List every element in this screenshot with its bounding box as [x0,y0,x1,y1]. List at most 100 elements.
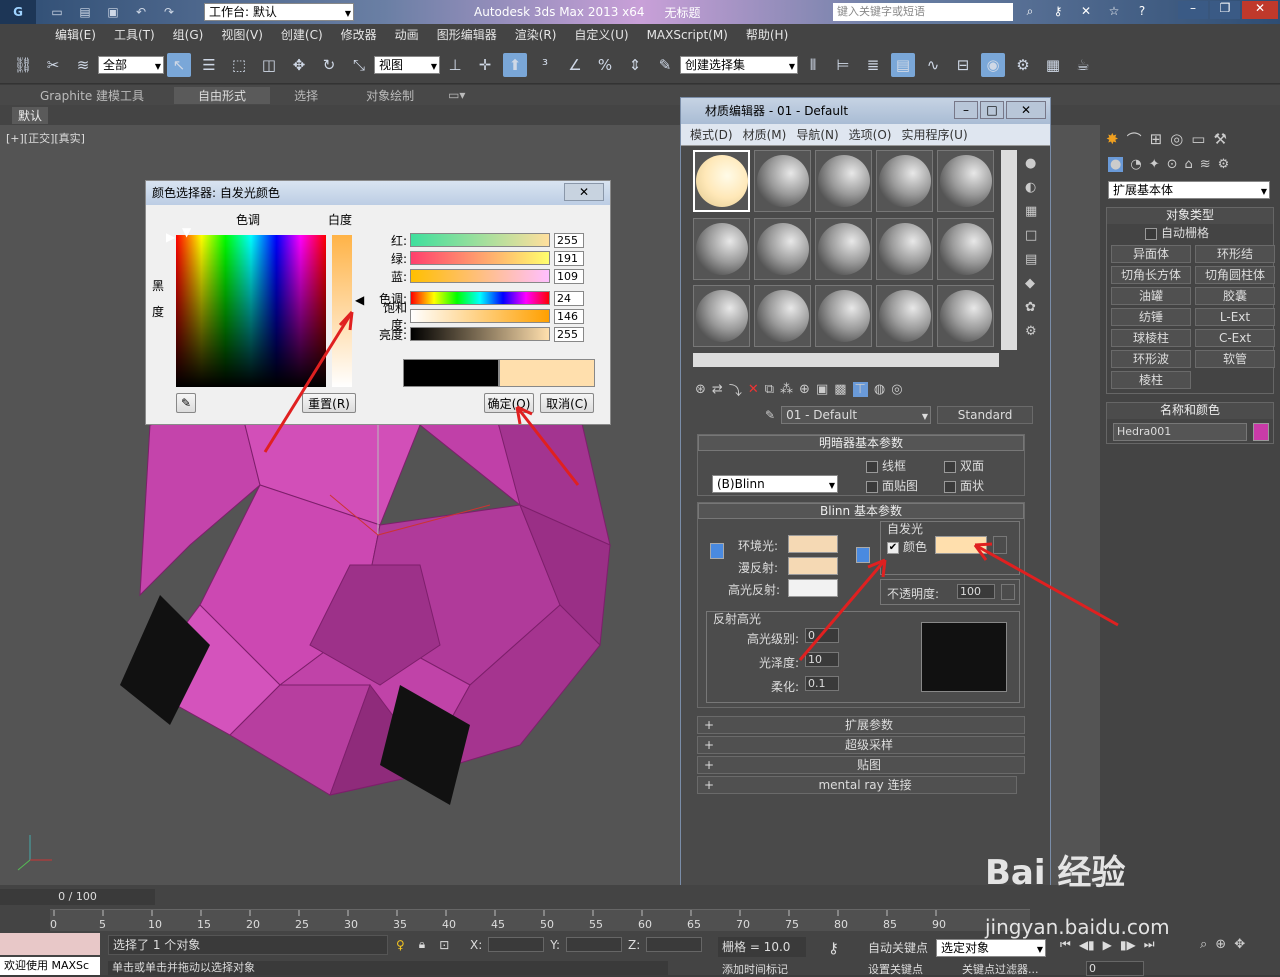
glossiness-spinner[interactable]: 10 [805,652,839,667]
select-by-name-icon[interactable]: ☰ [197,53,221,77]
red-spinner[interactable]: 255 [554,232,584,248]
object-color-swatch[interactable] [1253,423,1269,441]
two-sided-checkbox[interactable] [944,460,956,473]
minimize-icon[interactable]: – [954,101,978,119]
object-type-header[interactable]: 对象类型 [1107,208,1273,224]
blue-slider[interactable] [410,269,550,283]
maximize-icon[interactable]: □ [980,101,1004,119]
track-bar[interactable]: 0 5 10 15 20 25 30 35 40 45 50 55 60 65 70 75 80 85 90 [50,909,1030,931]
hue-marker-top-icon[interactable]: ▼ [182,225,191,239]
align-icon[interactable]: ⊨ [831,53,855,77]
sample-slot[interactable] [937,285,994,348]
close-icon[interactable]: ✕ [1242,1,1278,19]
spinner-snap-icon[interactable]: ⇕ [623,53,647,77]
rendered-frame-icon[interactable]: ▦ [1041,53,1065,77]
bind-spacewarp-icon[interactable]: ≋ [71,53,95,77]
scene-explorer-icon[interactable]: ▤ [891,52,915,77]
menu-edit[interactable]: 编辑(E) [46,24,105,46]
diffuse-color-swatch[interactable] [788,557,838,575]
green-spinner[interactable]: 191 [554,250,584,266]
next-frame-icon[interactable]: ▮▶ [1120,938,1136,952]
tab-freeform[interactable]: 自由形式 [174,86,271,104]
sample-slot[interactable] [815,217,872,280]
object-type-button[interactable]: 球棱柱 [1111,329,1191,347]
red-slider[interactable] [410,233,550,247]
reset-button[interactable]: 重置(R) [302,393,356,413]
options-icon[interactable]: ✿ [1025,296,1045,320]
pan-icon[interactable]: ✥ [1234,937,1245,952]
assign-to-selection-icon[interactable]: ⤵ [729,380,742,399]
cameras-icon[interactable]: ⊙ [1167,157,1178,172]
absolute-mode-icon[interactable]: ⊡ [439,938,449,952]
material-editor-titlebar[interactable]: 材质编辑器 - 01 - Default – □ ✕ [681,98,1050,124]
color-picker-titlebar[interactable]: 颜色选择器: 自发光颜色 ✕ [146,181,610,205]
time-slider[interactable]: 0 / 100 [0,889,155,905]
menu-modifiers[interactable]: 修改器 [332,24,386,46]
menu-utilities[interactable]: 实用程序(U) [896,124,972,146]
uv-tiling-icon[interactable]: □ [1025,224,1045,248]
blue-spinner[interactable]: 109 [554,268,584,284]
value-spinner[interactable]: 255 [554,326,584,342]
y-coordinate-input[interactable] [566,937,623,952]
put-to-library-icon[interactable]: ⊕ [799,382,810,397]
object-type-button[interactable]: 纺锤 [1111,308,1191,326]
shader-rollout-header[interactable]: 明暗器基本参数 [698,435,1024,451]
hue-spinner[interactable]: 24 [554,290,584,306]
shapes-icon[interactable]: ◔ [1130,157,1141,172]
object-type-button[interactable]: 切角圆柱体 [1195,266,1275,284]
cancel-button[interactable]: 取消(C) [540,393,594,413]
edit-named-sel-icon[interactable]: ✎ [653,53,677,77]
rotate-icon[interactable]: ↻ [317,53,341,77]
ok-button[interactable]: 确定(O) [484,393,534,413]
search-input[interactable]: 键入关键字或短语 [833,3,1013,21]
sample-slot[interactable] [876,217,933,280]
value-slider[interactable] [410,327,550,341]
sample-scrollbar[interactable] [1001,150,1017,350]
maps-rollout[interactable]: + 贴图 [697,756,1025,774]
open-icon[interactable]: ▤ [77,4,93,20]
auto-key-button[interactable]: 自动关键点 [868,939,928,956]
sample-slot[interactable] [815,150,872,212]
material-id-icon[interactable]: ▣ [816,382,828,397]
object-type-button[interactable]: 油罐 [1111,287,1191,305]
menu-group[interactable]: 组(G) [164,24,213,46]
self-illum-color-swatch[interactable] [935,536,987,554]
isolate-icon[interactable]: ♀ [396,938,405,952]
menu-create[interactable]: 创建(C) [272,24,332,46]
sample-type-icon[interactable]: ● [1025,152,1045,176]
object-type-button[interactable]: 异面体 [1111,245,1191,263]
previous-frame-icon[interactable]: ◀▮ [1079,938,1095,952]
close-icon[interactable]: ✕ [564,183,604,201]
menu-rendering[interactable]: 渲染(R) [506,24,566,46]
autogrid-checkbox[interactable] [1145,227,1157,240]
region-select-icon[interactable]: ⬚ [227,53,251,77]
go-to-parent-icon[interactable]: ◍ [874,382,885,397]
schematic-view-icon[interactable]: ⊟ [951,53,975,77]
select-by-material-icon[interactable]: ⚙ [1025,320,1045,344]
menu-help[interactable]: 帮助(H) [737,24,797,46]
saturation-spinner[interactable]: 146 [554,308,584,324]
sample-slot[interactable] [937,150,994,212]
redo-icon[interactable]: ↷ [161,4,177,20]
ribbon-default-label[interactable]: 默认 [12,106,49,124]
extended-params-rollout[interactable]: + 扩展参数 [697,716,1025,734]
mirror-icon[interactable]: ⫴ [801,53,825,77]
make-preview-icon[interactable]: ◆ [1025,272,1045,296]
maxscript-output[interactable]: 欢迎使用 MAXSc [0,957,100,975]
menu-modes[interactable]: 模式(D) [685,124,738,146]
soften-spinner[interactable]: 0.1 [805,676,839,691]
geometry-icon[interactable]: ● [1108,156,1124,172]
x-coordinate-input[interactable] [488,937,545,952]
hue-slider[interactable] [410,291,550,305]
whiteness-marker-icon[interactable]: ◀ [355,293,364,307]
tab-object-paint[interactable]: 对象绘制 [342,87,438,104]
display-tab-icon[interactable]: ▭ [1191,130,1205,148]
object-type-button[interactable]: C-Ext [1195,329,1275,347]
undo-icon[interactable]: ↶ [133,4,149,20]
menu-material[interactable]: 材质(M) [738,124,792,146]
select-manipulate-icon[interactable]: ✛ [473,53,497,77]
menu-graph-editors[interactable]: 图形编辑器 [428,24,506,46]
material-name-select[interactable]: 01 - Default [781,406,932,425]
menu-options[interactable]: 选项(O) [844,124,897,146]
object-type-button[interactable]: 胶囊 [1195,287,1275,305]
